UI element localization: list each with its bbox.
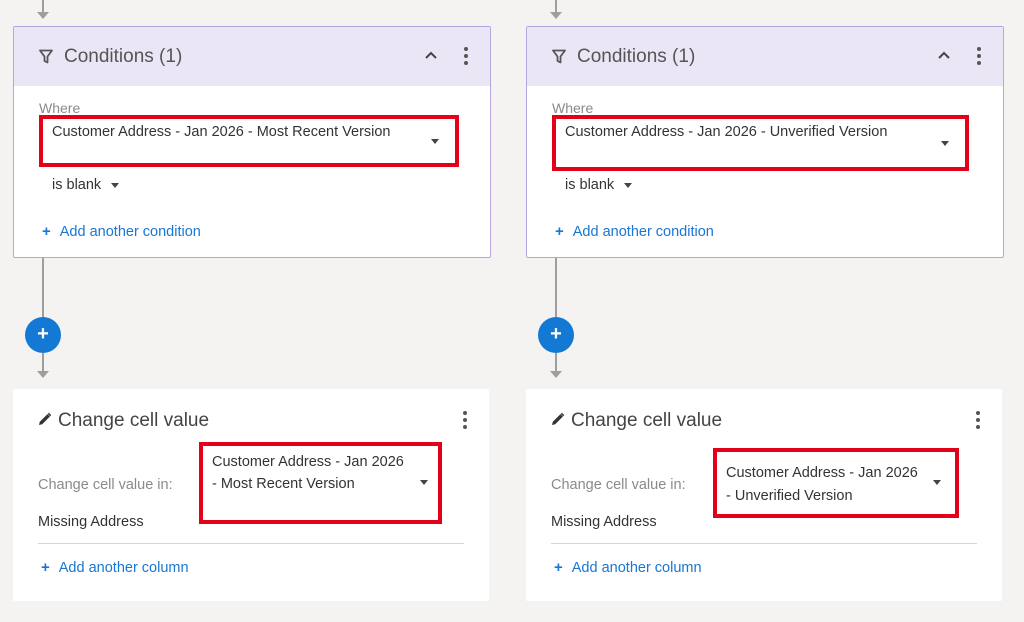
add-step-button[interactable]: + bbox=[25, 317, 61, 353]
conditions-header[interactable]: Conditions (1) bbox=[14, 27, 490, 86]
more-vert-icon[interactable] bbox=[464, 47, 468, 68]
where-label: Where bbox=[552, 100, 594, 116]
where-column-value: Customer Address - Jan 2026 - Unverified… bbox=[565, 124, 888, 140]
operator-value: is blank bbox=[52, 177, 102, 193]
caret-down-icon bbox=[431, 139, 439, 144]
add-column-label: Add another column bbox=[58, 560, 189, 576]
add-condition-label: Add another condition bbox=[572, 224, 714, 240]
plus-icon: + bbox=[554, 559, 563, 576]
filter-icon bbox=[552, 49, 566, 64]
change-column-value: Customer Address - Jan 2026 - Most Recen… bbox=[212, 454, 404, 492]
connector-line bbox=[555, 0, 557, 12]
connector-line bbox=[42, 0, 44, 12]
add-column-link[interactable]: + Add another column bbox=[554, 559, 702, 576]
more-vert-icon[interactable] bbox=[977, 47, 981, 68]
change-column-value: Customer Address - Jan 2026 - Unverified… bbox=[726, 465, 918, 504]
operator-value: is blank bbox=[565, 177, 615, 193]
change-column-select[interactable]: Customer Address - Jan 2026 - Most Recen… bbox=[199, 442, 442, 524]
chevron-up-icon[interactable] bbox=[424, 49, 438, 61]
connector-line bbox=[555, 353, 557, 371]
caret-down-icon bbox=[624, 182, 633, 188]
connector-line bbox=[555, 258, 557, 318]
plus-icon: + bbox=[555, 223, 564, 240]
connector-line bbox=[42, 353, 44, 371]
where-column-value: Customer Address - Jan 2026 - Most Recen… bbox=[52, 124, 391, 140]
connector-arrow bbox=[550, 12, 562, 19]
conditions-card: Conditions (1) Where Customer Address - … bbox=[526, 26, 1004, 258]
operator-select[interactable]: is blank bbox=[565, 177, 633, 193]
filter-icon bbox=[39, 49, 53, 64]
more-vert-icon[interactable] bbox=[976, 411, 980, 432]
pencil-icon bbox=[39, 412, 52, 425]
add-condition-link[interactable]: + Add another condition bbox=[555, 223, 714, 240]
new-value-text[interactable]: Missing Address bbox=[551, 514, 657, 530]
more-vert-icon[interactable] bbox=[463, 411, 467, 432]
conditions-title: Conditions (1) bbox=[577, 46, 696, 67]
change-cell-card: Change cell value Change cell value in: … bbox=[526, 389, 1002, 601]
conditions-card: Conditions (1) Where Customer Address - … bbox=[13, 26, 491, 258]
new-value-text[interactable]: Missing Address bbox=[38, 514, 144, 530]
add-condition-label: Add another condition bbox=[59, 224, 201, 240]
change-cell-label: Change cell value in: bbox=[551, 477, 686, 493]
divider bbox=[551, 543, 977, 544]
connector-line bbox=[42, 258, 44, 318]
conditions-title: Conditions (1) bbox=[64, 46, 183, 67]
change-cell-label: Change cell value in: bbox=[38, 477, 173, 493]
connector-arrow bbox=[37, 12, 49, 19]
where-column-select[interactable]: Customer Address - Jan 2026 - Unverified… bbox=[552, 115, 969, 171]
caret-down-icon bbox=[111, 182, 120, 188]
change-cell-card: Change cell value Change cell value in: … bbox=[13, 389, 489, 601]
change-column-select[interactable]: Customer Address - Jan 2026 - Unverified… bbox=[713, 448, 959, 518]
where-column-select[interactable]: Customer Address - Jan 2026 - Most Recen… bbox=[39, 115, 459, 167]
caret-down-icon bbox=[941, 141, 949, 146]
change-cell-title: Change cell value bbox=[571, 410, 723, 431]
connector-arrow bbox=[37, 371, 49, 378]
operator-select[interactable]: is blank bbox=[52, 177, 120, 193]
caret-down-icon bbox=[933, 480, 941, 485]
divider bbox=[38, 543, 464, 544]
connector-arrow bbox=[550, 371, 562, 378]
add-column-label: Add another column bbox=[571, 560, 702, 576]
add-column-link[interactable]: + Add another column bbox=[41, 559, 189, 576]
where-label: Where bbox=[39, 100, 81, 116]
plus-icon: + bbox=[42, 223, 51, 240]
add-condition-link[interactable]: + Add another condition bbox=[42, 223, 201, 240]
conditions-header[interactable]: Conditions (1) bbox=[527, 27, 1003, 86]
change-cell-title: Change cell value bbox=[58, 410, 210, 431]
caret-down-icon bbox=[420, 480, 428, 485]
add-step-button[interactable]: + bbox=[538, 317, 574, 353]
pencil-icon bbox=[552, 412, 565, 425]
plus-icon: + bbox=[41, 559, 50, 576]
chevron-up-icon[interactable] bbox=[937, 49, 951, 61]
